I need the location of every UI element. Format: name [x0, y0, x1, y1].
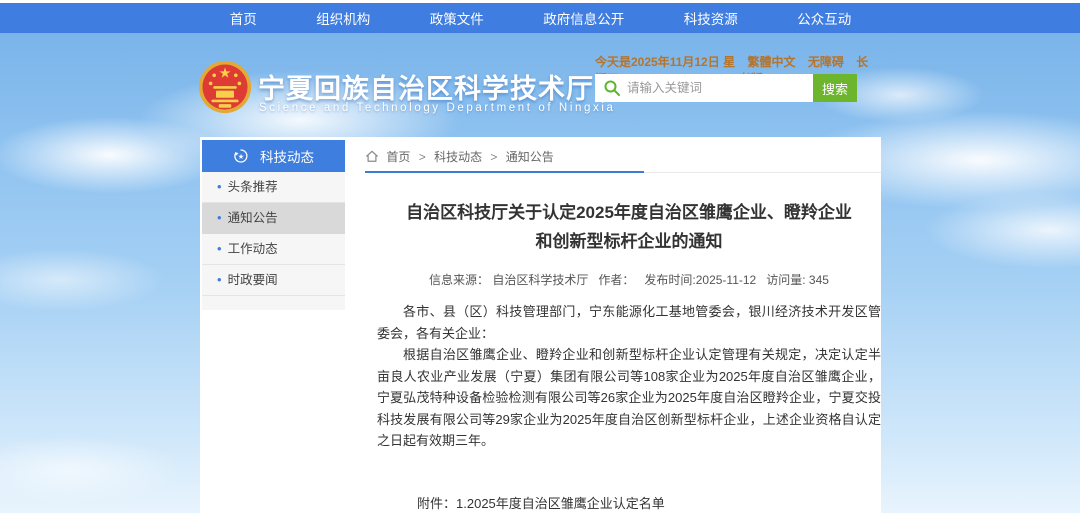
- sidebar-item-work-dynamics[interactable]: • 工作动态: [202, 234, 345, 265]
- breadcrumb-home[interactable]: 首页: [386, 150, 410, 164]
- breadcrumb-separator: >: [419, 150, 426, 164]
- top-navigation-items: 首页 组织机构 政策文件 政府信息公开 科技资源 公众互动: [200, 3, 881, 33]
- sidebar-item-label: 通知公告: [228, 211, 278, 225]
- meta-author: 作者：: [598, 273, 634, 287]
- nav-item-policy-documents[interactable]: 政策文件: [430, 8, 484, 28]
- attachments-block: 附件： 1.2025年度自治区雏鹰企业认定名单 2.2025年度自治区瞪羚企业认…: [417, 493, 881, 513]
- sidebar-menu: • 头条推荐 • 通知公告 • 工作动态 • 时政要闻: [202, 172, 345, 310]
- sidebar-item-notices[interactable]: • 通知公告: [202, 203, 345, 234]
- top-navigation-bar: 首页 组织机构 政策文件 政府信息公开 科技资源 公众互动: [0, 3, 1080, 33]
- sidebar-title: 科技动态: [260, 146, 314, 166]
- breadcrumb-separator: >: [490, 150, 497, 164]
- bullet-icon: •: [217, 179, 222, 194]
- sidebar: 科技动态 • 头条推荐 • 通知公告 • 工作动态 • 时政要闻: [202, 140, 345, 310]
- home-icon: [365, 150, 379, 163]
- search-box: [595, 74, 813, 102]
- nav-item-government-info[interactable]: 政府信息公开: [543, 8, 624, 28]
- nav-item-public-interaction[interactable]: 公众互动: [797, 8, 851, 28]
- circle-star-icon: [233, 148, 249, 164]
- site-title: 宁夏回族自治区科学技术厅: [258, 67, 594, 106]
- link-accessibility[interactable]: 无障碍: [808, 55, 844, 69]
- article-meta: 信息来源： 自治区科学技术厅作者： 发布时间:2025-11-12 访问量: 345: [377, 271, 881, 288]
- search-icon: [603, 79, 621, 97]
- bullet-icon: •: [217, 210, 222, 225]
- article-title-line2: 和创新型标杆企业的通知: [377, 227, 881, 256]
- page: 首页 组织机构 政策文件 政府信息公开 科技资源 公众互动: [0, 0, 1080, 513]
- meta-source: 信息来源： 自治区科学技术厅: [429, 273, 588, 287]
- site-subtitle-english: Science and Technology Department of Nin…: [259, 102, 615, 114]
- sidebar-item-headline-recommend[interactable]: • 头条推荐: [202, 172, 345, 203]
- sidebar-item-label: 头条推荐: [228, 180, 278, 194]
- breadcrumb-tech-news[interactable]: 科技动态: [434, 150, 482, 164]
- article-body: 各市、县（区）科技管理部门，宁东能源化工基地管委会，银川经济技术开发区管委会，各…: [377, 301, 881, 452]
- emblem-icon: [198, 60, 252, 114]
- bullet-icon: •: [217, 272, 222, 287]
- search-button[interactable]: 搜索: [813, 74, 857, 102]
- bullet-icon: •: [217, 241, 222, 256]
- nav-item-organization[interactable]: 组织机构: [316, 8, 370, 28]
- sidebar-item-label: 时政要闻: [228, 273, 278, 287]
- link-traditional-chinese[interactable]: 繁體中文: [748, 55, 796, 69]
- article: 自治区科技厅关于认定2025年度自治区雏鹰企业、瞪羚企业 和创新型标杆企业的通知…: [377, 172, 881, 513]
- sidebar-item-label: 工作动态: [228, 242, 278, 256]
- nav-item-tech-resources[interactable]: 科技资源: [684, 8, 738, 28]
- attachments-list: 1.2025年度自治区雏鹰企业认定名单 2.2025年度自治区瞪羚企业认定名单 …: [456, 493, 704, 513]
- sidebar-header-tech-news[interactable]: 科技动态: [202, 140, 345, 172]
- meta-visits: 访问量: 345: [766, 273, 829, 287]
- article-title-line1: 自治区科技厅关于认定2025年度自治区雏鹰企业、瞪羚企业: [377, 198, 881, 227]
- national-emblem-logo[interactable]: [198, 60, 252, 114]
- breadcrumb: 首页 > 科技动态 > 通知公告: [365, 142, 881, 173]
- attachments-label: 附件：: [417, 493, 456, 513]
- article-title: 自治区科技厅关于认定2025年度自治区雏鹰企业、瞪羚企业 和创新型标杆企业的通知: [377, 198, 881, 256]
- search-input[interactable]: [595, 74, 813, 102]
- article-paragraph: 各市、县（区）科技管理部门，宁东能源化工基地管委会，银川经济技术开发区管委会，各…: [377, 301, 881, 344]
- meta-publish-time: 发布时间:2025-11-12: [644, 273, 756, 287]
- nav-item-home[interactable]: 首页: [230, 8, 257, 28]
- main-container: 科技动态 • 头条推荐 • 通知公告 • 工作动态 • 时政要闻: [200, 137, 881, 513]
- search-bar: 搜索: [595, 74, 857, 102]
- sidebar-item-political-news[interactable]: • 时政要闻: [202, 265, 345, 296]
- attachment-link-1[interactable]: 1.2025年度自治区雏鹰企业认定名单: [456, 493, 704, 513]
- breadcrumb-notices[interactable]: 通知公告: [506, 150, 554, 164]
- article-paragraph: 根据自治区雏鹰企业、瞪羚企业和创新型标杆企业认定管理有关规定，决定认定半亩良人农…: [377, 344, 881, 452]
